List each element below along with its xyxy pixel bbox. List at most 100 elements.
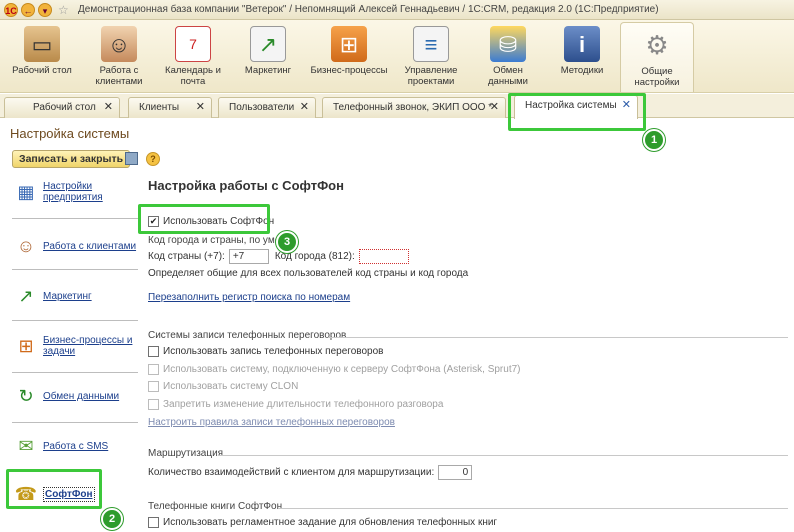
save-disk-icon[interactable] [125,152,138,165]
people-icon: ☺ [16,235,36,256]
title-bar: 1С ← ▾ ☆ Демонстрационная база компании … [0,0,794,20]
tab-clients[interactable]: Клиенты ✕ [128,97,212,118]
group-divider [328,337,788,338]
project-icon: ≡ [413,26,449,62]
callout-badge: 1 [643,129,665,151]
code-group-title: Код города и страны, по умолч [148,235,291,246]
nav-label: Обмен данными [43,390,120,402]
app-logo-icon[interactable]: 1С [4,2,18,17]
tab-users[interactable]: Пользователи ✕ [218,97,316,118]
nav-data-exchange[interactable]: ↻ Обмен данными [12,382,140,410]
nav-processes[interactable]: ⊞ Бизнес-процессы и задачи [12,332,140,360]
settings-heading: Настройка работы с СофтФон [148,178,344,193]
tab-label: Пользователи [229,102,295,113]
desk-icon: ▭ [24,26,60,62]
city-code-input[interactable] [358,249,409,264]
rec-forbid-checkbox [148,399,159,410]
routing-count-input[interactable]: 0 [438,465,473,480]
tab-label: Рабочий стол [33,102,96,113]
calendar-icon: 7 [175,26,211,62]
tab-phone-call[interactable]: Телефонный звонок, ЭКИП ООО * ✕ [322,97,506,118]
sections-panel: ▭ Рабочий стол ☺ Работа с клиентами 7 Ка… [0,20,794,93]
rec-forbid-label: Запретить изменение длительности телефон… [163,399,444,410]
country-code-label: Код страны (+7): [148,251,225,262]
section-label: Рабочий стол [12,65,72,76]
section-desktop[interactable]: ▭ Рабочий стол [10,22,74,92]
menu-down-icon[interactable]: ▾ [38,2,52,17]
rec-forbid-row: Запретить изменение длительности телефон… [148,399,443,410]
chart-board-icon: ↗ [250,26,286,62]
section-label: Маркетинг [244,65,292,76]
nav-marketing[interactable]: ↗ Маркетинг [12,282,140,310]
books-use-checkbox[interactable] [148,517,159,528]
rec-rules-link[interactable]: Настроить правила записи телефонных пере… [148,417,395,428]
rec-use-checkbox[interactable] [148,346,159,357]
nav-separator [12,269,138,270]
section-label: Бизнес-процессы [310,65,388,76]
books-use-row[interactable]: Использовать регламентное задание для об… [148,517,497,528]
section-label: Методики [560,65,604,76]
process-icon: ⊞ [331,26,367,62]
rec-clon-row: Использовать систему CLON [148,381,298,392]
page-title: Настройка системы [10,126,130,141]
help-icon[interactable]: ? [146,152,160,166]
highlight-frame-checkbox [138,204,270,234]
window-title: Демонстрационная база компании "Ветерок"… [78,4,659,15]
books-use-label: Использовать регламентное задание для об… [163,517,498,528]
rec-clon-checkbox [148,381,159,392]
nav-label: Бизнес-процессы и задачи [43,335,133,357]
section-label: Работа с клиентами [95,65,143,87]
building-icon: ▦ [17,181,35,202]
people-icon: ☺ [101,26,137,62]
section-label: Календарь и почта [165,65,221,87]
country-code-input[interactable]: +7 [228,249,269,264]
save-and-close-button[interactable]: Записать и закрыть [12,150,131,168]
nav-sms[interactable]: ✉ Работа с SMS [12,432,140,460]
open-tabs-bar: Рабочий стол ✕ Клиенты ✕ Пользователи ✕ … [0,94,794,119]
favorite-star-icon[interactable]: ☆ [58,3,72,17]
nav-separator [12,320,138,321]
section-marketing[interactable]: ↗ Маркетинг [236,22,300,92]
section-processes[interactable]: ⊞ Бизнес-процессы [306,22,392,92]
close-icon[interactable]: ✕ [300,98,309,117]
section-exchange[interactable]: ⛁ Обмен данными [476,22,540,92]
highlight-frame-nav [6,469,102,509]
nav-enterprise-settings[interactable]: ▦ Настройки предприятия [12,178,140,206]
group-divider [218,455,788,456]
close-icon[interactable]: ✕ [104,98,113,117]
database-icon: ⛁ [490,26,526,62]
rec-server-checkbox [148,364,159,375]
nav-clients[interactable]: ☺ Работа с клиентами [12,232,140,260]
tab-desktop[interactable]: Рабочий стол ✕ [4,97,120,118]
code-hint: Определяет общие для всех пользователей … [148,268,469,279]
rec-use-row[interactable]: Использовать запись телефонных переговор… [148,346,383,357]
tab-label: Клиенты [139,102,180,113]
nav-label: Работа с SMS [43,440,109,452]
routing-group-title: Маршрутизация [148,448,224,459]
group-divider [278,508,788,509]
nav-label: Маркетинг [43,290,92,302]
rec-server-row: Использовать систему, подключенную к сер… [148,364,521,375]
nav-separator [12,372,138,373]
close-icon[interactable]: ✕ [490,98,499,117]
nav-separator [12,422,138,423]
section-methods[interactable]: i Методики [552,22,612,92]
tab-label: Телефонный звонок, ЭКИП ООО * [333,102,493,113]
rec-server-label: Использовать систему, подключенную к сер… [163,364,521,375]
section-calendar[interactable]: 7 Календарь и почта [162,22,224,92]
refill-registry-link[interactable]: Перезаполнить регистр поиска по номерам [148,292,350,303]
section-clients[interactable]: ☺ Работа с клиентами [84,22,154,92]
routing-label: Количество взаимодействий с клиентом для… [148,467,435,478]
codes-row: Код страны (+7): +7 Код города (812): [148,249,409,264]
process-icon: ⊞ [18,335,34,356]
books-group-title: Телефонные книги СофтФон [148,501,283,512]
section-projects[interactable]: ≡ Управление проектами [396,22,466,92]
callout-badge: 2 [101,508,123,530]
section-settings[interactable]: ⚙ Общие настройки [620,22,694,92]
gears-icon: ⚙ [645,29,669,60]
callout-badge: 3 [276,231,298,253]
sms-bubble-icon: ✉ [18,435,34,456]
close-icon[interactable]: ✕ [196,98,205,117]
nav-label: Настройки предприятия [43,181,103,203]
back-circle-icon[interactable]: ← [21,2,35,17]
